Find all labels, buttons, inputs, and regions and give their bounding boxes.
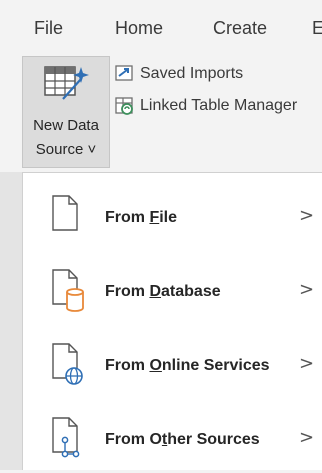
menu-item-from-other-sources[interactable]: From Other Sources > bbox=[23, 403, 322, 473]
saved-imports-icon bbox=[115, 65, 133, 81]
tab-create[interactable]: Create bbox=[213, 18, 267, 39]
menu-item-from-online-services[interactable]: From Online Services > bbox=[23, 329, 322, 399]
chevron-right-icon: > bbox=[299, 427, 315, 448]
saved-imports-button[interactable]: Saved Imports bbox=[114, 64, 243, 84]
tab-external-data[interactable]: E bbox=[312, 18, 322, 39]
file-icon bbox=[51, 194, 79, 237]
chevron-right-icon: > bbox=[299, 353, 315, 374]
menu-item-label: From Other Sources bbox=[105, 431, 260, 448]
linked-table-manager-icon bbox=[115, 97, 133, 115]
new-data-source-label-line1: New Data bbox=[33, 117, 99, 134]
tab-home[interactable]: Home bbox=[115, 18, 163, 39]
database-icon bbox=[51, 268, 85, 317]
chevron-right-icon: > bbox=[299, 205, 315, 226]
menu-item-from-file[interactable]: From File > bbox=[23, 181, 322, 251]
other-sources-icon bbox=[51, 416, 85, 465]
ribbon-group: New Data Source ˅ Saved Imports Linked T… bbox=[0, 56, 322, 172]
new-data-source-menu: From File > From Database > From Online … bbox=[22, 172, 322, 470]
chevron-right-icon: > bbox=[299, 279, 315, 300]
ribbon-tabs: File Home Create E bbox=[0, 0, 322, 56]
new-table-sparkle-icon bbox=[43, 63, 89, 108]
linked-table-manager-label: Linked Table Manager bbox=[140, 97, 298, 114]
new-data-source-label-line2: Source ˅ bbox=[35, 141, 97, 158]
online-services-icon bbox=[51, 342, 85, 391]
menu-item-label: From File bbox=[105, 209, 178, 226]
menu-item-from-database[interactable]: From Database > bbox=[23, 255, 322, 325]
linked-table-manager-button[interactable]: Linked Table Manager bbox=[114, 96, 297, 116]
menu-item-label: From Online Services bbox=[105, 357, 270, 374]
tab-file[interactable]: File bbox=[34, 18, 63, 39]
menu-item-label: From Database bbox=[105, 283, 221, 300]
saved-imports-label: Saved Imports bbox=[140, 65, 244, 82]
new-data-source-button[interactable]: New Data Source ˅ bbox=[22, 56, 110, 168]
chevron-down-icon: ˅ bbox=[87, 141, 97, 158]
